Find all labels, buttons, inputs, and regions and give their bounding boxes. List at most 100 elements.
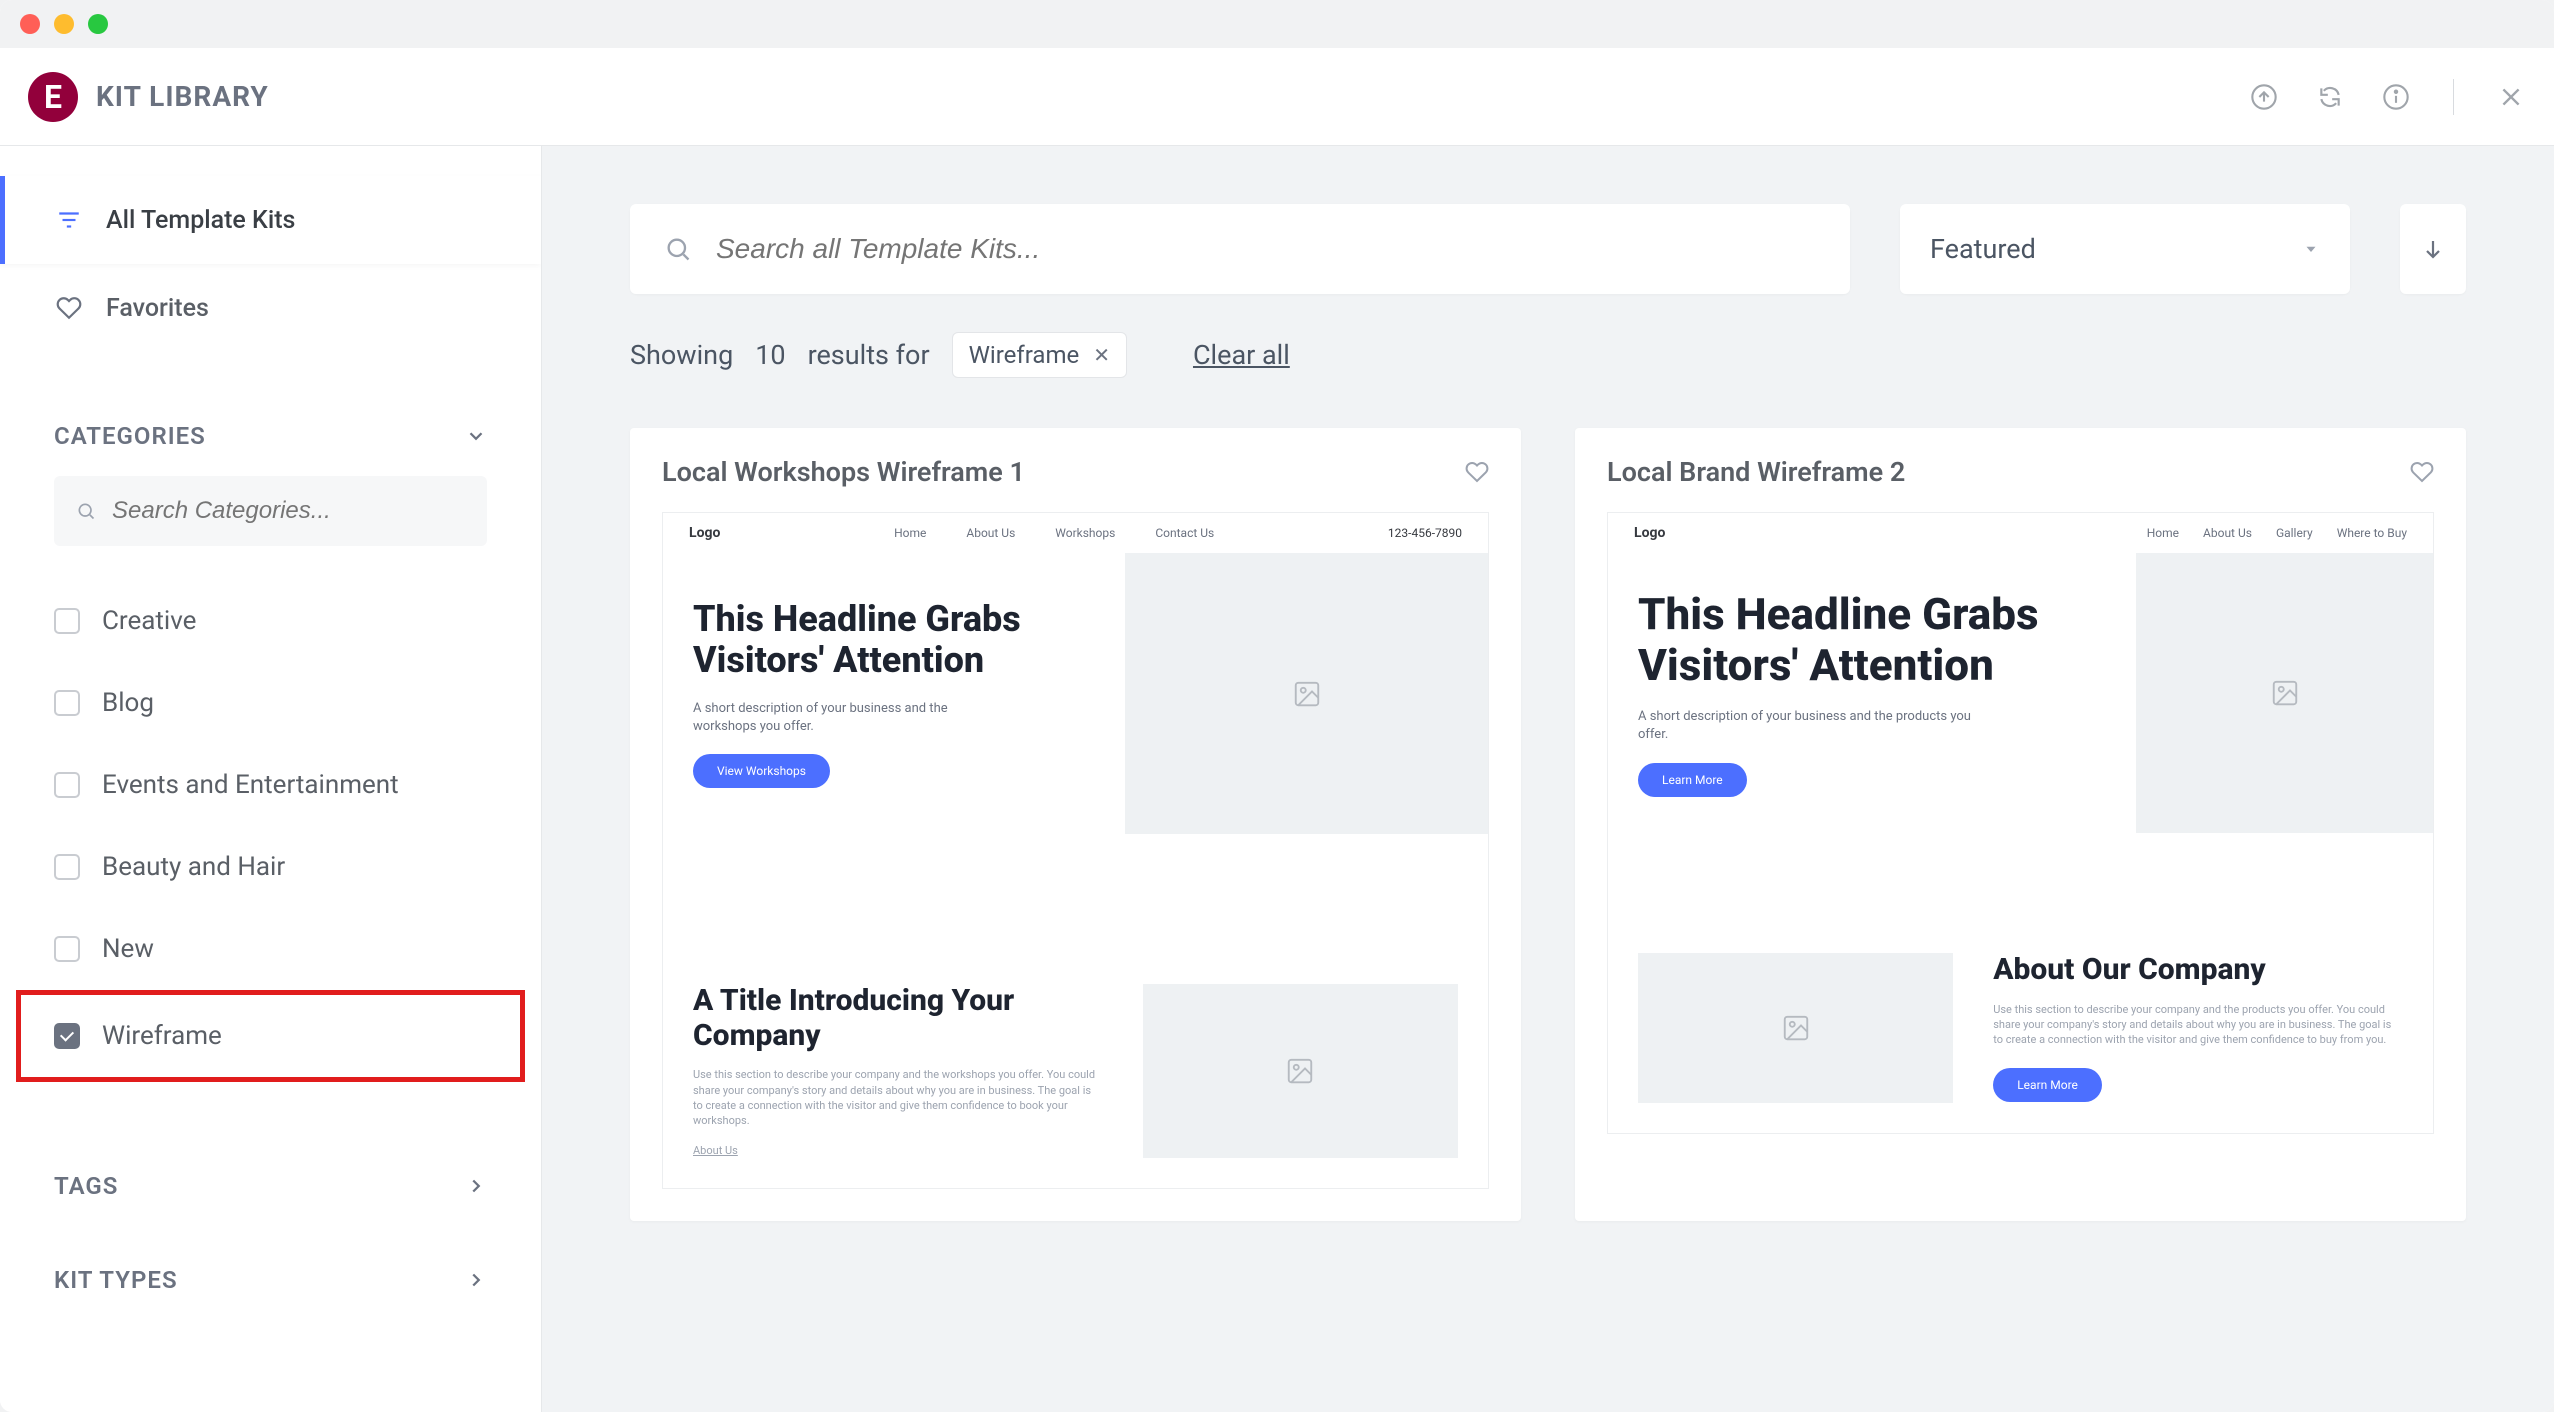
category-label: New (102, 934, 154, 964)
wf-spacer (1608, 833, 2433, 923)
app-header: E KIT LIBRARY (0, 48, 2554, 146)
search-kits[interactable] (630, 204, 1850, 294)
checkbox[interactable] (54, 690, 80, 716)
search-categories[interactable] (54, 476, 487, 546)
category-new[interactable]: New (0, 908, 541, 990)
wf-button: Learn More (1993, 1068, 2102, 1102)
wf-section-about: About Our Company Use this section to de… (1608, 923, 2433, 1133)
minimize-window-button[interactable] (54, 14, 74, 34)
close-window-button[interactable] (20, 14, 40, 34)
caret-down-icon (2302, 240, 2320, 258)
wf-hero: This Headline Grabs Visitors' Attention … (663, 553, 1488, 834)
main-content: Featured Showing 10 results for Wirefram… (542, 146, 2554, 1412)
wf-image-placeholder (1143, 984, 1458, 1158)
wf-paragraph: Use this section to describe your compan… (693, 1067, 1103, 1129)
category-blog[interactable]: Blog (0, 662, 541, 744)
results-summary: Showing 10 results for Wireframe ✕ Clear… (630, 332, 2466, 378)
card-header: Local Brand Wireframe 2 (1575, 428, 2466, 512)
traffic-lights (20, 14, 108, 34)
wireframe-preview: Logo Home About Us Gallery Where to Buy … (1607, 512, 2434, 1134)
filter-chip-wireframe: Wireframe ✕ (952, 332, 1127, 378)
wf-navlink: About Us (2203, 526, 2252, 540)
nav-label: Favorites (106, 294, 209, 323)
wf-logo: Logo (1634, 525, 1665, 541)
wf-logo: Logo (689, 525, 720, 541)
wf-sub: A short description of your business and… (693, 700, 993, 736)
app-body: All Template Kits Favorites CATEGORIES (0, 146, 2554, 1412)
wf-spacer (663, 834, 1488, 954)
wf-nav: Logo Home About Us Gallery Where to Buy (1608, 513, 2433, 553)
wf-navlinks: Home About Us Gallery Where to Buy (2147, 526, 2407, 540)
info-icon[interactable] (2381, 82, 2411, 112)
wf-button: View Workshops (693, 754, 830, 788)
search-icon (76, 501, 96, 521)
categories-label: CATEGORIES (54, 422, 206, 450)
app-logo: E (28, 72, 78, 122)
category-label: Wireframe (102, 1021, 222, 1051)
chip-remove-icon[interactable]: ✕ (1093, 343, 1110, 367)
wf-headline: This Headline Grabs Visitors' Attention (1638, 589, 2106, 690)
header-actions (2249, 79, 2526, 115)
wf-about-text: About Our Company Use this section to de… (1993, 953, 2403, 1103)
category-label: Creative (102, 606, 196, 636)
wf-h2: A Title Introducing Your Company (693, 984, 1103, 1053)
wf-link: About Us (693, 1143, 1103, 1158)
wf-phone: 123-456-7890 (1388, 526, 1462, 540)
tags-header[interactable]: TAGS (0, 1172, 541, 1200)
wf-navlink: Home (2147, 526, 2179, 540)
close-icon[interactable] (2496, 82, 2526, 112)
nav-favorites[interactable]: Favorites (0, 264, 541, 352)
sidebar: All Template Kits Favorites CATEGORIES (0, 146, 542, 1412)
kit-types-header[interactable]: KIT TYPES (0, 1266, 541, 1294)
filter-icon (54, 205, 84, 235)
wf-nav: Logo Home About Us Workshops Contact Us … (663, 513, 1488, 553)
search-categories-input[interactable] (112, 497, 465, 525)
results-prefix: Showing (630, 339, 733, 371)
card-header: Local Workshops Wireframe 1 (630, 428, 1521, 512)
clear-all-link[interactable]: Clear all (1193, 339, 1290, 371)
wireframe-preview: Logo Home About Us Workshops Contact Us … (662, 512, 1489, 1189)
checkbox-checked[interactable] (54, 1023, 80, 1049)
categories-header[interactable]: CATEGORIES (0, 422, 541, 450)
favorite-icon[interactable] (1465, 460, 1489, 484)
sort-direction-button[interactable] (2400, 204, 2466, 294)
titlebar (0, 0, 2554, 48)
category-events[interactable]: Events and Entertainment (0, 744, 541, 826)
app-title: KIT LIBRARY (96, 80, 269, 113)
chip-label: Wireframe (969, 341, 1080, 369)
wf-about-text: A Title Introducing Your Company Use thi… (693, 984, 1103, 1158)
checkbox[interactable] (54, 772, 80, 798)
wf-hero: This Headline Grabs Visitors' Attention … (1608, 553, 2433, 833)
checkbox[interactable] (54, 936, 80, 962)
top-controls: Featured (630, 204, 2466, 294)
results-count: 10 (755, 339, 785, 371)
wf-image-placeholder (1638, 953, 1953, 1103)
favorite-icon[interactable] (2410, 460, 2434, 484)
kit-card[interactable]: Local Workshops Wireframe 1 Logo Home Ab… (630, 428, 1521, 1221)
maximize-window-button[interactable] (88, 14, 108, 34)
kit-types-label: KIT TYPES (54, 1266, 178, 1294)
wf-navlink: About Us (966, 526, 1015, 540)
checkbox[interactable] (54, 854, 80, 880)
search-kits-input[interactable] (716, 233, 1816, 265)
category-beauty[interactable]: Beauty and Hair (0, 826, 541, 908)
wf-h2: About Our Company (1993, 953, 2403, 988)
category-creative[interactable]: Creative (0, 580, 541, 662)
wf-image-placeholder (2136, 553, 2433, 833)
upload-icon[interactable] (2249, 82, 2279, 112)
nav-all-template-kits[interactable]: All Template Kits (0, 176, 541, 264)
wf-paragraph: Use this section to describe your compan… (1993, 1002, 2403, 1048)
wf-sub: A short description of your business and… (1638, 708, 1998, 744)
category-wireframe[interactable]: Wireframe (16, 990, 525, 1082)
checkbox[interactable] (54, 608, 80, 634)
wf-section-about: A Title Introducing Your Company Use thi… (663, 954, 1488, 1188)
chevron-down-icon (465, 425, 487, 447)
sort-dropdown[interactable]: Featured (1900, 204, 2350, 294)
wf-hero-text: This Headline Grabs Visitors' Attention … (663, 553, 1125, 834)
kit-card[interactable]: Local Brand Wireframe 2 Logo Home About … (1575, 428, 2466, 1221)
refresh-icon[interactable] (2315, 82, 2345, 112)
sort-value: Featured (1930, 233, 2036, 265)
results-mid: results for (808, 339, 930, 371)
wf-headline: This Headline Grabs Visitors' Attention (693, 599, 1095, 682)
nav-label: All Template Kits (106, 206, 295, 235)
